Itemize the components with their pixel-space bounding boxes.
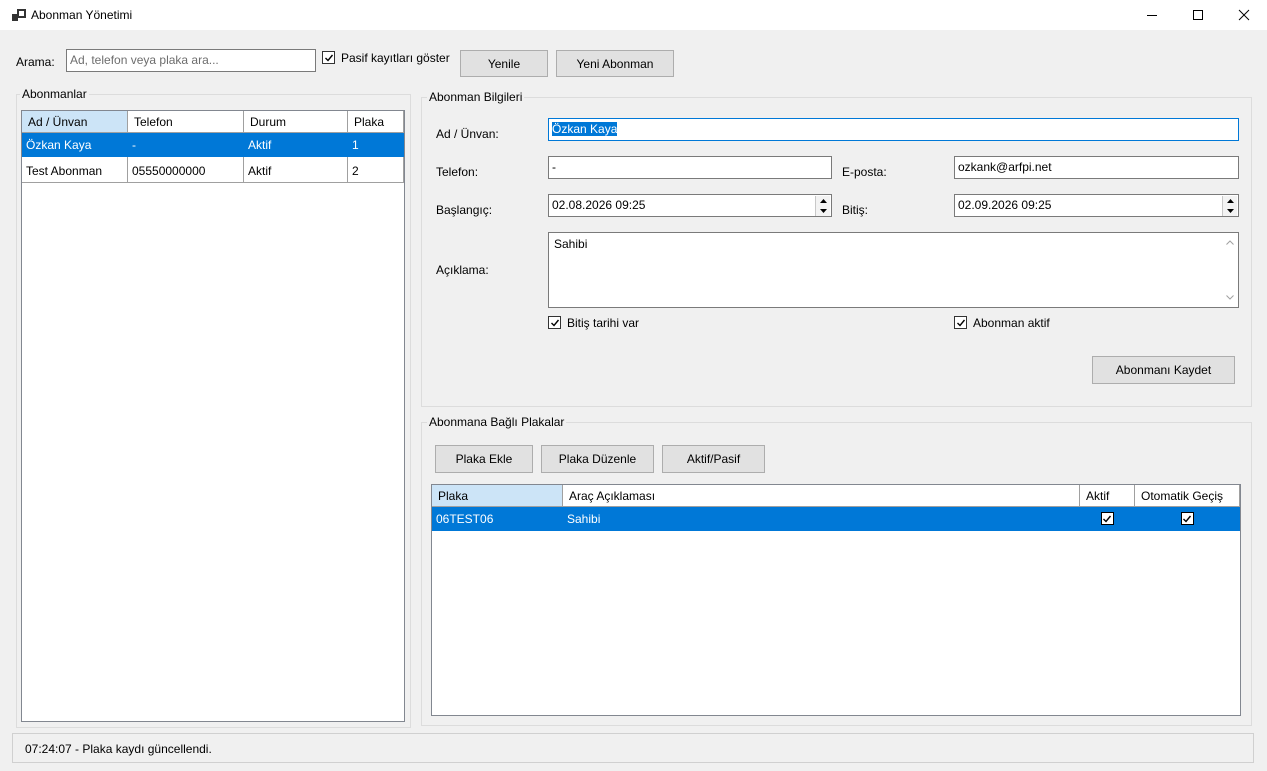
plates-grid[interactable]: Plaka Araç Açıklaması Aktif Otomatik Geç… (431, 484, 1241, 716)
search-placeholder: Ad, telefon veya plaka ara... (70, 53, 219, 67)
active-checkbox[interactable] (1100, 512, 1114, 525)
start-date-picker[interactable]: 02.08.2026 09:25 (548, 194, 832, 217)
column-header-status[interactable]: Durum (244, 111, 348, 133)
column-header-name[interactable]: Ad / Ünvan (22, 111, 128, 133)
maximize-button[interactable] (1175, 0, 1221, 30)
cell-name[interactable]: Özkan Kaya (22, 133, 128, 157)
spin-down-icon[interactable] (816, 206, 830, 216)
spin-up-icon[interactable] (816, 196, 830, 206)
has-end-date-label: Bitiş tarihi var (567, 316, 640, 330)
note-textarea[interactable]: Sahibi (548, 232, 1239, 308)
checkmark-icon (956, 319, 965, 327)
column-header-plates[interactable]: Plaka (348, 111, 404, 133)
checkmark-icon (1183, 515, 1192, 523)
email-value: ozkank@arfpi.net (958, 160, 1052, 174)
phone-value: - (552, 160, 556, 174)
subscribers-group-title: Abonmanlar (20, 87, 89, 101)
checkmark-icon (324, 54, 333, 62)
save-subscription-button[interactable]: Abonmanı Kaydet (1092, 356, 1235, 384)
scroll-down-icon[interactable] (1226, 295, 1234, 300)
window-title: Abonman Yönetimi (31, 8, 133, 22)
cell-name[interactable]: Test Abonman (22, 157, 128, 183)
scroll-up-icon[interactable] (1226, 240, 1234, 245)
show-passive-checkbox[interactable] (322, 51, 335, 64)
column-header-active[interactable]: Aktif (1080, 485, 1135, 507)
checkmark-icon (550, 319, 559, 327)
note-value: Sahibi (554, 237, 588, 251)
refresh-button[interactable]: Yenile (460, 50, 548, 77)
start-date-value: 02.08.2026 09:25 (552, 198, 646, 212)
column-header-auto-pass[interactable]: Otomatik Geçiş (1135, 485, 1240, 507)
details-group-title: Abonman Bilgileri (427, 90, 525, 104)
subscription-active-checkbox[interactable] (954, 316, 967, 329)
spin-down-icon[interactable] (1223, 206, 1237, 216)
status-text: 07:24:07 - Plaka kaydı güncellendi. (25, 742, 212, 756)
add-plate-button[interactable]: Plaka Ekle (435, 445, 533, 473)
toggle-active-button[interactable]: Aktif/Pasif (662, 445, 765, 473)
note-label: Açıklama: (436, 263, 489, 277)
minimize-button[interactable] (1129, 0, 1175, 30)
spin-up-icon[interactable] (1223, 196, 1237, 206)
column-header-description[interactable]: Araç Açıklaması (563, 485, 1080, 507)
name-value: Özkan Kaya (552, 122, 618, 136)
close-button[interactable] (1221, 0, 1267, 30)
email-input[interactable]: ozkank@arfpi.net (954, 156, 1239, 179)
phone-input[interactable]: - (548, 156, 832, 179)
cell-phone[interactable]: 05550000000 (128, 157, 244, 183)
new-subscription-button[interactable]: Yeni Abonman (556, 50, 674, 77)
cell-phone[interactable]: - (128, 133, 244, 157)
minimize-icon (1147, 15, 1157, 16)
search-label: Arama: (16, 55, 55, 69)
end-date-spinner[interactable] (1222, 196, 1237, 216)
cell-auto-pass[interactable] (1135, 507, 1240, 531)
title-bar: Abonman Yönetimi (0, 0, 1267, 30)
cell-status[interactable]: Aktif (244, 133, 348, 157)
start-date-label: Başlangıç: (436, 203, 493, 217)
cell-status[interactable]: Aktif (244, 157, 348, 183)
name-label: Ad / Ünvan: (436, 127, 499, 141)
status-bar: 07:24:07 - Plaka kaydı güncellendi. (12, 733, 1254, 763)
has-end-date-checkbox[interactable] (548, 316, 561, 329)
cell-active[interactable] (1080, 507, 1135, 531)
cell-plates[interactable]: 2 (348, 157, 404, 183)
checkmark-icon (1103, 515, 1112, 523)
name-input[interactable]: Özkan Kaya (548, 118, 1239, 141)
cell-plate[interactable]: 06TEST06 (432, 507, 563, 531)
auto-pass-checkbox[interactable] (1180, 512, 1194, 525)
cell-plates[interactable]: 1 (348, 133, 404, 157)
search-input[interactable]: Ad, telefon veya plaka ara... (66, 49, 316, 72)
end-date-picker[interactable]: 02.09.2026 09:25 (954, 194, 1239, 217)
column-header-plate[interactable]: Plaka (432, 485, 563, 507)
note-scrollbar[interactable] (1222, 234, 1237, 306)
app-icon (12, 9, 26, 21)
maximize-icon (1193, 10, 1203, 20)
phone-label: Telefon: (436, 165, 479, 179)
end-date-value: 02.09.2026 09:25 (958, 198, 1052, 212)
close-icon (1238, 9, 1250, 21)
subscription-active-label: Abonman aktif (973, 316, 1050, 330)
email-label: E-posta: (842, 165, 887, 179)
show-passive-label: Pasif kayıtları göster (341, 51, 450, 65)
end-date-label: Bitiş: (842, 203, 869, 217)
cell-description[interactable]: Sahibi (563, 507, 1080, 531)
subscribers-grid[interactable]: Ad / Ünvan Telefon Durum Plaka Özkan Kay… (21, 110, 405, 722)
start-date-spinner[interactable] (815, 196, 830, 216)
column-header-phone[interactable]: Telefon (128, 111, 244, 133)
plates-group-title: Abonmana Bağlı Plakalar (427, 415, 567, 429)
edit-plate-button[interactable]: Plaka Düzenle (541, 445, 654, 473)
